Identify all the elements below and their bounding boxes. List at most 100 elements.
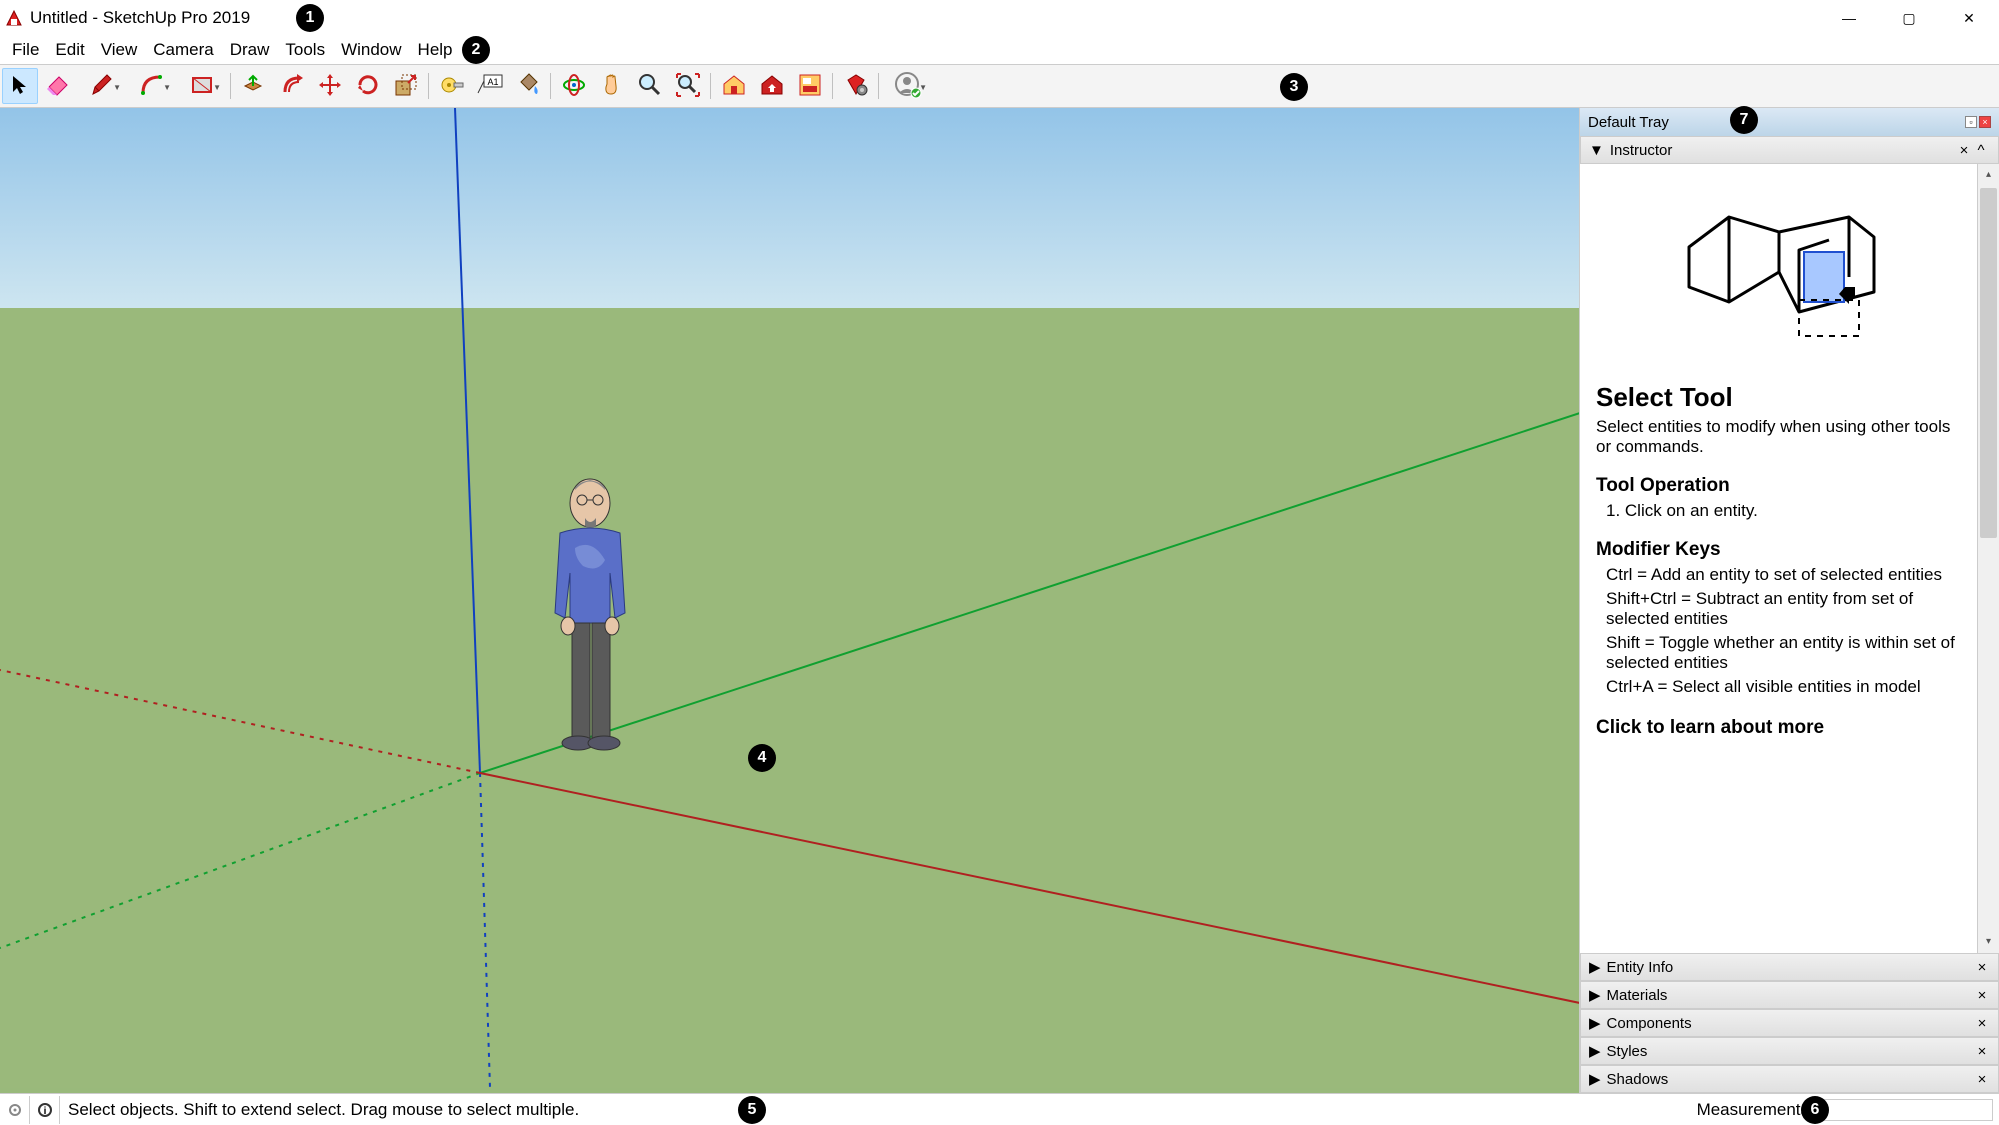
geo-location-icon[interactable]: [0, 1096, 30, 1124]
menu-file[interactable]: File: [4, 38, 47, 62]
extension-manager-button[interactable]: [838, 68, 874, 104]
pushpull-icon: [241, 72, 267, 101]
tray-title: Default Tray: [1588, 114, 1669, 131]
instructor-illustration: [1659, 192, 1899, 352]
modifier-key-4: Ctrl+A = Select all visible entities in …: [1596, 677, 1961, 697]
line-tool[interactable]: [78, 68, 126, 104]
close-icon: ✕: [1963, 10, 1975, 27]
panel-close-button[interactable]: ×: [1974, 1071, 1990, 1088]
learn-more-link[interactable]: Click to learn about more: [1596, 717, 1961, 739]
extension-warehouse-button[interactable]: [754, 68, 790, 104]
eraser-tool[interactable]: [40, 68, 76, 104]
svg-text:i: i: [43, 1106, 46, 1117]
pushpull-tool[interactable]: [236, 68, 272, 104]
chevron-down-icon: ▼: [1589, 142, 1604, 159]
scale-tool[interactable]: [388, 68, 424, 104]
chevron-right-icon: ▶: [1589, 1014, 1601, 1032]
arc-icon: [140, 73, 164, 100]
instructor-tool-title: Select Tool: [1596, 382, 1961, 413]
modifier-key-1: Ctrl = Add an entity to set of selected …: [1596, 565, 1961, 585]
close-button[interactable]: ✕: [1939, 0, 1999, 36]
scroll-thumb[interactable]: [1980, 188, 1997, 538]
chevron-right-icon: ▶: [1589, 1042, 1601, 1060]
offset-tool[interactable]: [274, 68, 310, 104]
menu-edit[interactable]: Edit: [47, 38, 92, 62]
measurements-label: Measurements: [1697, 1100, 1809, 1120]
panel-title: Entity Info: [1607, 959, 1674, 976]
callout-7: 7: [1730, 106, 1758, 134]
panel-collapse-button[interactable]: ^: [1972, 142, 1990, 159]
menu-draw[interactable]: Draw: [222, 38, 278, 62]
panel-shadows[interactable]: ▶ Shadows ×: [1580, 1065, 1999, 1093]
tape-measure-tool[interactable]: [434, 68, 470, 104]
default-tray: Default Tray ▫ × 7 ▼ Instructor × ^: [1579, 108, 1999, 1093]
move-icon: [317, 72, 343, 101]
paint-bucket-tool[interactable]: [510, 68, 546, 104]
wh-icon: [721, 72, 747, 101]
toolbar-separator: [830, 65, 836, 107]
menu-view[interactable]: View: [93, 38, 146, 62]
credits-icon[interactable]: i: [30, 1096, 60, 1124]
tray-close-button[interactable]: ×: [1979, 116, 1991, 128]
toolbar: A1 3: [0, 64, 1999, 108]
window-title: Untitled - SketchUp Pro 2019: [30, 8, 250, 28]
menu-tools[interactable]: Tools: [277, 38, 333, 62]
text-tool[interactable]: A1: [472, 68, 508, 104]
panel-scrollbar[interactable]: ▴ ▾: [1977, 164, 1999, 953]
panel-title: Materials: [1607, 987, 1668, 1004]
scroll-down-icon[interactable]: ▾: [1978, 931, 1999, 953]
orbit-tool[interactable]: [556, 68, 592, 104]
rect-icon: [190, 73, 214, 100]
shape-tool[interactable]: [178, 68, 226, 104]
maximize-button[interactable]: ▢: [1879, 0, 1939, 36]
instructor-tool-desc: Select entities to modify when using oth…: [1596, 417, 1961, 457]
panel-close-button[interactable]: ×: [1974, 987, 1990, 1004]
offset-icon: [279, 72, 305, 101]
panel-close-button[interactable]: ×: [1974, 1043, 1990, 1060]
scroll-up-icon[interactable]: ▴: [1978, 164, 1999, 186]
menu-window[interactable]: Window: [333, 38, 409, 62]
chevron-right-icon: ▶: [1589, 1070, 1601, 1088]
3d-viewport[interactable]: 4: [0, 108, 1579, 1093]
pencil-icon: [90, 73, 114, 100]
user-icon: [894, 71, 922, 102]
move-tool[interactable]: [312, 68, 348, 104]
callout-4: 4: [748, 744, 776, 772]
zoom-extents-tool[interactable]: [670, 68, 706, 104]
toolbar-separator: [548, 65, 554, 107]
panel-materials[interactable]: ▶Materials×: [1580, 981, 1999, 1009]
modifier-key-3: Shift = Toggle whether an entity is with…: [1596, 633, 1961, 673]
3d-warehouse-button[interactable]: [716, 68, 752, 104]
panel-close-button[interactable]: ×: [1974, 1015, 1990, 1032]
instructor-panel-body: Select Tool Select entities to modify wh…: [1580, 164, 1977, 953]
panel-components[interactable]: ▶Components×: [1580, 1009, 1999, 1037]
menu-help[interactable]: Help: [410, 38, 461, 62]
menu-camera[interactable]: Camera: [145, 38, 221, 62]
panel-entity-info[interactable]: ▶Entity Info×: [1580, 953, 1999, 981]
tray-pin-button[interactable]: ▫: [1965, 116, 1977, 128]
rotate-tool[interactable]: [350, 68, 386, 104]
minimize-button[interactable]: —: [1819, 0, 1879, 36]
layout-icon: [797, 72, 823, 101]
panel-close-button[interactable]: ×: [1956, 142, 1972, 159]
panel-styles[interactable]: ▶Styles×: [1580, 1037, 1999, 1065]
tray-header[interactable]: Default Tray ▫ ×: [1580, 108, 1999, 136]
instructor-panel-header[interactable]: ▼ Instructor × ^: [1580, 136, 1999, 164]
panel-title: Shadows: [1607, 1071, 1669, 1088]
callout-2: 2: [462, 36, 490, 64]
select-tool[interactable]: [2, 68, 38, 104]
toolbar-separator: [228, 65, 234, 107]
arc-tool[interactable]: [128, 68, 176, 104]
panel-close-button[interactable]: ×: [1974, 959, 1990, 976]
measurements-input[interactable]: [1813, 1099, 1993, 1121]
rotate-icon: [355, 72, 381, 101]
pan-tool[interactable]: [594, 68, 630, 104]
user-button[interactable]: [884, 68, 932, 104]
svg-text:A1: A1: [487, 77, 498, 87]
toolbar-separator: [708, 65, 714, 107]
layout-button[interactable]: [792, 68, 828, 104]
zoom-icon: [637, 72, 663, 101]
zoom-tool[interactable]: [632, 68, 668, 104]
cursor-icon: [9, 74, 31, 99]
title-bar: Untitled - SketchUp Pro 2019 1 — ▢ ✕: [0, 0, 1999, 36]
